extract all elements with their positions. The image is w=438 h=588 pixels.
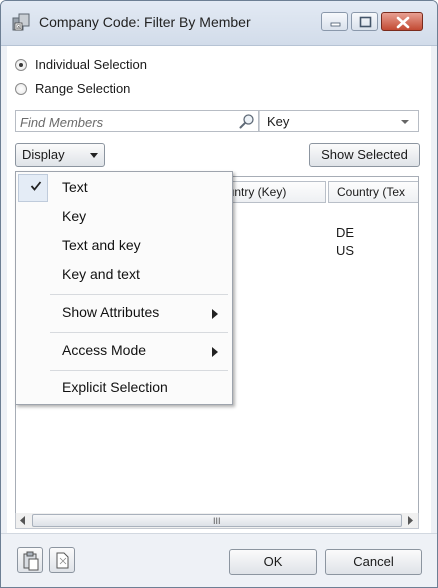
dialog-footer: OK Cancel xyxy=(1,533,437,587)
menu-item-key[interactable]: Key xyxy=(18,203,230,231)
filter-dialog: ☒ Company Code: Filter By Member Individ… xyxy=(0,0,438,588)
submenu-arrow-icon xyxy=(212,309,218,319)
menu-separator xyxy=(50,294,228,295)
title-bar[interactable]: ☒ Company Code: Filter By Member xyxy=(1,1,437,46)
radio-label: Individual Selection xyxy=(35,57,148,72)
cancel-button[interactable]: Cancel xyxy=(325,549,422,575)
maximize-button[interactable] xyxy=(351,12,378,31)
window-title: Company Code: Filter By Member xyxy=(39,14,251,30)
paste-button[interactable] xyxy=(17,547,43,573)
menu-item-key-and-text[interactable]: Key and text xyxy=(18,261,230,289)
horizontal-scrollbar[interactable]: III xyxy=(15,513,419,529)
scrollbar-grip: III xyxy=(213,516,221,526)
menu-separator xyxy=(50,332,228,333)
copy-icon xyxy=(56,552,69,569)
paste-icon xyxy=(23,551,39,571)
find-members-box[interactable] xyxy=(15,110,259,132)
caret-down-icon xyxy=(90,153,98,158)
radio-label: Range Selection xyxy=(35,81,131,96)
maximize-icon xyxy=(359,16,372,28)
menu-item-text-and-key[interactable]: Text and key xyxy=(18,232,230,260)
divider xyxy=(259,111,260,131)
menu-item-explicit-selection[interactable]: Explicit Selection xyxy=(18,374,230,402)
search-field-value: Key xyxy=(267,114,290,129)
display-button[interactable]: Display xyxy=(15,143,105,167)
display-button-label: Display xyxy=(22,147,65,162)
copy-button[interactable] xyxy=(49,547,75,573)
scrollbar-thumb[interactable]: III xyxy=(32,514,402,527)
menu-item-text[interactable]: Text xyxy=(18,174,230,202)
show-selected-button[interactable]: Show Selected xyxy=(309,143,420,167)
minimize-icon xyxy=(330,22,341,27)
app-icon: ☒ xyxy=(12,13,30,31)
list-cell-text[interactable]: DE xyxy=(336,225,354,240)
ok-button[interactable]: OK xyxy=(229,549,317,575)
menu-item-label: Show Attributes xyxy=(62,304,160,320)
list-cell-text[interactable]: US xyxy=(336,243,354,258)
radio-button[interactable] xyxy=(15,83,27,95)
menu-item-label: Explicit Selection xyxy=(62,379,168,395)
menu-item-label: Text xyxy=(62,179,88,195)
menu-item-access-mode[interactable]: Access Mode xyxy=(18,337,230,365)
menu-item-label: Key and text xyxy=(62,266,140,282)
minimize-button[interactable] xyxy=(321,12,348,31)
menu-item-show-attributes[interactable]: Show Attributes xyxy=(18,299,230,327)
checkmark-icon xyxy=(30,181,42,191)
scroll-left-icon[interactable] xyxy=(19,516,27,525)
svg-text:☒: ☒ xyxy=(16,24,21,31)
close-button[interactable] xyxy=(381,12,423,31)
menu-separator xyxy=(50,370,228,371)
find-members-input[interactable] xyxy=(18,112,232,132)
search-field-select[interactable]: Key xyxy=(259,110,419,132)
chevron-down-icon[interactable] xyxy=(399,116,411,128)
submenu-arrow-icon xyxy=(212,347,218,357)
menu-item-label: Text and key xyxy=(62,237,141,253)
close-icon xyxy=(396,16,410,29)
menu-item-label: Key xyxy=(62,208,87,224)
scroll-right-icon[interactable] xyxy=(406,516,414,525)
display-menu: Text Key Text and key Key and text Show … xyxy=(15,171,233,405)
dialog-body: Individual Selection Range Selection Key… xyxy=(7,46,431,587)
radio-button[interactable] xyxy=(15,59,27,71)
search-icon[interactable] xyxy=(238,113,256,131)
menu-item-label: Access Mode xyxy=(62,342,147,358)
column-header-text[interactable]: Country (Tex xyxy=(328,181,418,203)
